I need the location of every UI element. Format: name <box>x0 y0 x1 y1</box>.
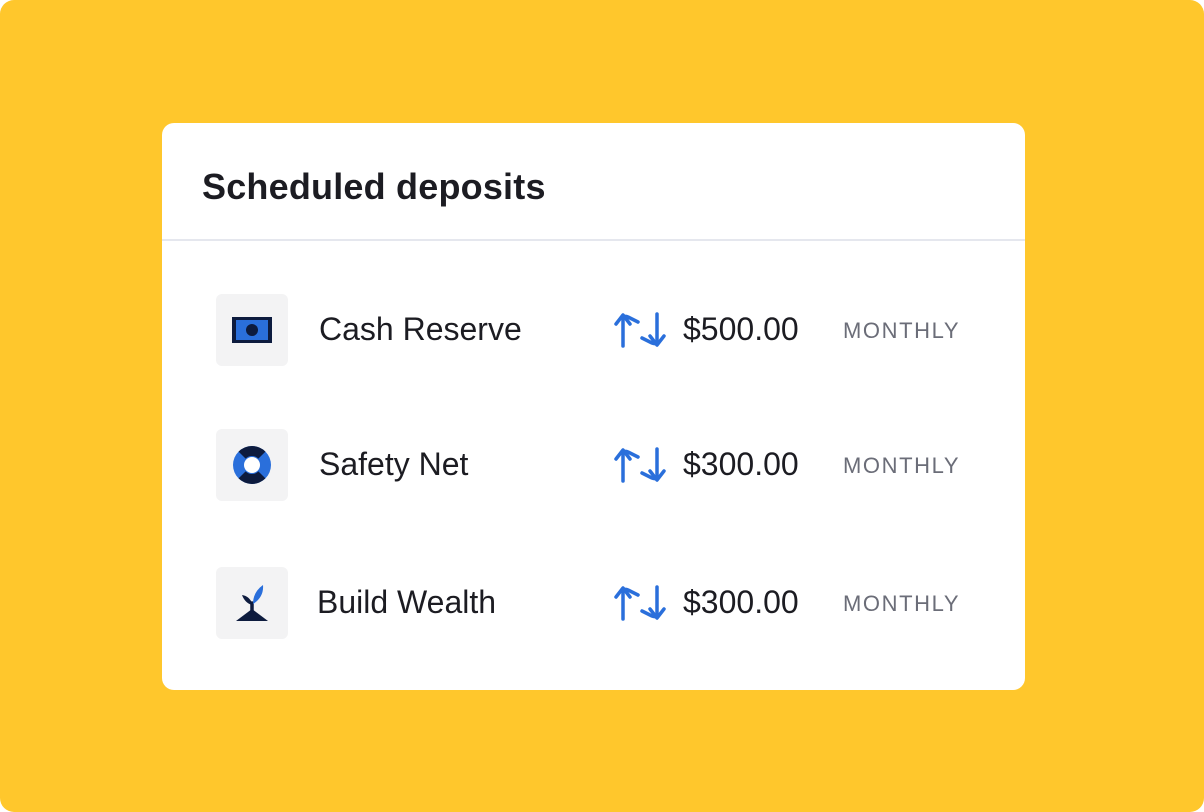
deposit-name: Build Wealth <box>317 584 497 620</box>
header-divider <box>162 239 1025 241</box>
cash-bill-icon-tile <box>216 294 288 366</box>
deposit-frequency: MONTHLY <box>843 318 961 343</box>
deposit-row-safety-net[interactable]: Safety Net $300.00 MONTHLY <box>162 429 1025 501</box>
life-ring-icon-tile <box>216 429 288 501</box>
deposit-amount: $300.00 <box>683 446 799 482</box>
deposit-row-cash-reserve[interactable]: Cash Reserve $500.00 MONTHLY <box>162 294 1025 366</box>
deposit-amount: $500.00 <box>683 311 799 347</box>
deposit-name: Cash Reserve <box>319 311 522 347</box>
deposit-row-build-wealth[interactable]: Build Wealth $300.00 MONTHLY <box>162 567 1025 639</box>
sprout-icon-tile <box>216 567 288 639</box>
cash-bill-icon <box>232 317 272 343</box>
card-title: Scheduled deposits <box>202 166 546 207</box>
recurring-arrows-icon <box>614 447 666 483</box>
recurring-arrows-icon <box>614 585 666 621</box>
scheduled-deposits-card: Scheduled deposits Cash Reserve $500.00 … <box>162 123 1025 690</box>
deposit-frequency: MONTHLY <box>843 453 961 478</box>
recurring-arrows-icon <box>614 312 666 348</box>
deposit-name: Safety Net <box>319 446 469 482</box>
deposit-frequency: MONTHLY <box>843 591 961 616</box>
life-ring-icon <box>233 446 271 484</box>
sprout-icon <box>236 585 268 621</box>
yellow-backdrop: Scheduled deposits Cash Reserve $500.00 … <box>0 0 1204 812</box>
deposit-amount: $300.00 <box>683 584 799 620</box>
